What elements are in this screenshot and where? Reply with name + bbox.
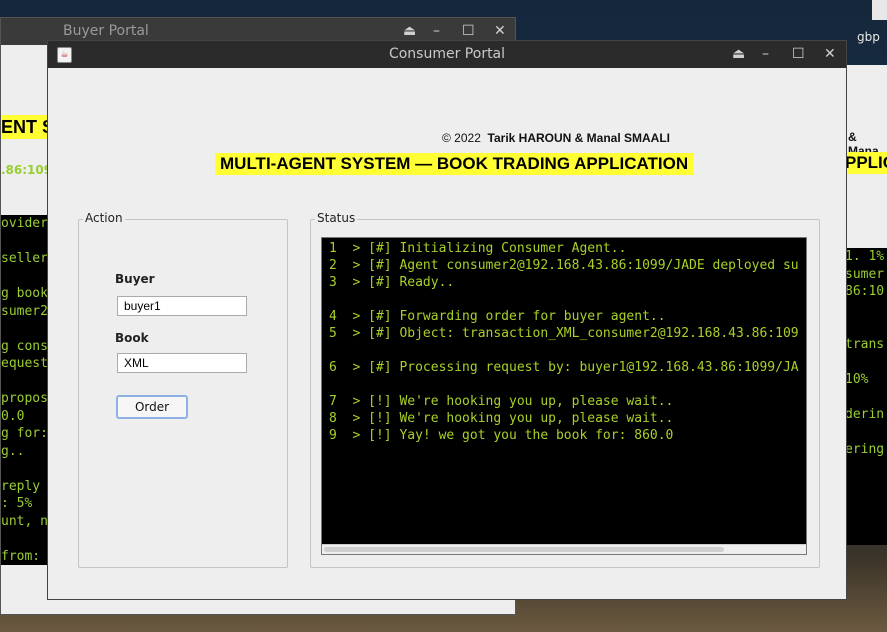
status-line: 9 > [!] Yay! we got you the book for: 86… (329, 428, 674, 443)
close-icon[interactable]: ✕ (494, 23, 506, 39)
order-button[interactable]: Order (116, 395, 188, 419)
console-line: ering (845, 441, 885, 457)
authors: Tarik HAROUN & Manal SMAALI (487, 131, 671, 145)
app-banner: MULTI-AGENT SYSTEM — BOOK TRADING APPLIC… (215, 153, 694, 175)
copyright-year: © 2022 (442, 131, 481, 145)
maximize-icon[interactable]: ☐ (462, 23, 475, 39)
buyer-console: ovider seller g book sumer2@ g cons eque… (1, 215, 56, 565)
status-line: 5 > [#] Object: transaction_XML_consumer… (329, 326, 799, 341)
status-line: 7 > [!] We're hooking you up, please wai… (329, 394, 674, 409)
console-line: reply (1, 478, 41, 494)
book-label: Book (115, 331, 149, 345)
window-title: Consumer Portal (388, 46, 506, 62)
minimize-icon[interactable]: – (433, 23, 440, 39)
maximize-icon[interactable]: ☐ (792, 46, 805, 62)
status-line: 8 > [!] We're hooking you up, please wai… (329, 411, 674, 426)
console-line: : 5% (1, 496, 33, 511)
console-line: ovider (1, 216, 48, 231)
consumer-titlebar[interactable]: ☕ Consumer Portal ⏏ – ☐ ✕ (48, 41, 846, 68)
console-line: g.. (1, 443, 25, 459)
minimize-icon[interactable]: – (762, 46, 769, 62)
scrollbar-thumb[interactable] (324, 547, 724, 552)
buyer-label: Buyer (115, 272, 155, 286)
console-line: g book (1, 286, 48, 301)
right-console: 1. 1% sumer 86:10 trans 10% derin ering (845, 248, 887, 545)
status-line: 2 > [#] Agent consumer2@192.168.43.86:10… (329, 258, 799, 273)
console-line: from: (1, 548, 41, 564)
pin-icon[interactable]: ⏏ (403, 23, 416, 39)
horizontal-scrollbar[interactable] (322, 544, 806, 554)
console-line: derin (845, 406, 885, 422)
consumer-portal-window[interactable]: ☕ Consumer Portal ⏏ – ☐ ✕ © 2022 Tarik H… (47, 40, 847, 600)
copyright: © 2022 Tarik HAROUN & Manal SMAALI (442, 131, 670, 145)
status-line: 4 > [#] Forwarding order for buyer agent… (329, 309, 666, 324)
consumer-client: © 2022 Tarik HAROUN & Manal SMAALI MULTI… (48, 68, 846, 599)
console-line: 1. 1% (845, 249, 885, 264)
console-line: seller (1, 251, 48, 266)
console-line: g cons (1, 338, 48, 354)
action-group: Action Buyer buyer1 Book XML Order (78, 211, 288, 568)
pin-icon[interactable]: ⏏ (732, 46, 745, 62)
desktop-label: gbp (857, 30, 880, 44)
console-line: propos (1, 391, 48, 406)
status-console[interactable]: 1 > [#] Initializing Consumer Agent.. 2 … (321, 237, 807, 555)
console-line: unt, ne (1, 513, 56, 529)
close-icon[interactable]: ✕ (824, 46, 836, 62)
console-line: sumer (845, 266, 885, 282)
console-line: 86:10 (845, 284, 885, 299)
book-input[interactable]: XML (117, 353, 247, 373)
right-background-window[interactable]: & Mana PPLICA 1. 1% sumer 86:10 trans 10… (845, 65, 887, 545)
console-line: sumer2@ (1, 303, 56, 319)
console-line: 0.0 (1, 408, 25, 424)
console-line: g for: (1, 426, 48, 441)
status-line: 6 > [#] Processing request by: buyer1@19… (329, 360, 799, 375)
status-line: 1 > [#] Initializing Consumer Agent.. (329, 241, 627, 256)
action-legend: Action (83, 211, 125, 225)
desktop-widget (872, 0, 887, 20)
console-line: equest. (1, 356, 56, 371)
status-legend: Status (315, 211, 358, 225)
window-title: Buyer Portal (63, 23, 149, 39)
console-line: 10% (845, 371, 869, 387)
console-line: trans (845, 336, 885, 352)
buyer-input[interactable]: buyer1 (117, 296, 247, 316)
right-banner-fragment: PPLICA (845, 152, 887, 174)
status-line: 3 > [#] Ready.. (329, 275, 455, 290)
